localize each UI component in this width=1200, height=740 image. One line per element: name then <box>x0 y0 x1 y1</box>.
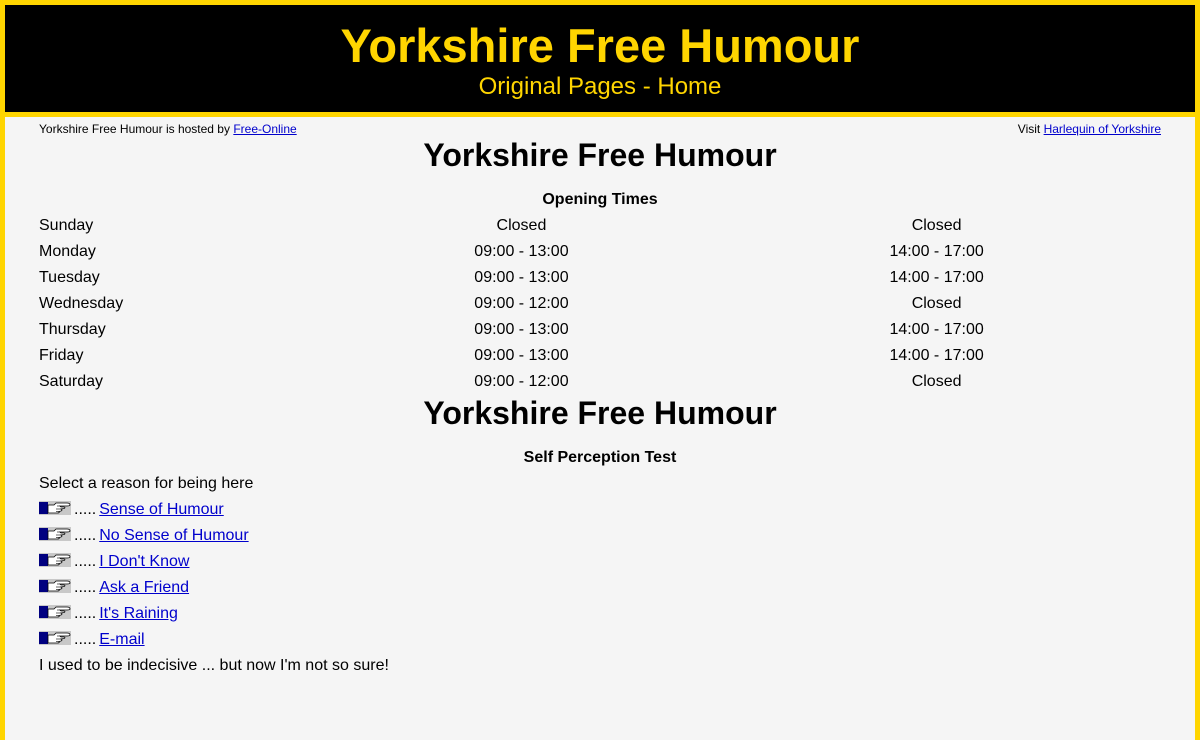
table-row: Saturday 09:00 - 12:00 Closed <box>39 369 1161 395</box>
times-cell-day: Tuesday <box>39 269 100 286</box>
reason-option-link[interactable]: Ask a Friend <box>99 579 189 596</box>
times-cell-am: Closed <box>496 217 547 234</box>
pointing-hand-icon <box>39 524 71 541</box>
times-cell-am: 09:00 - 12:00 <box>474 373 569 390</box>
table-row: Thursday 09:00 - 13:00 14:00 - 17:00 <box>39 317 1161 343</box>
host-bar: Yorkshire Free Humour is hosted by Free-… <box>39 117 1161 137</box>
table-row: Friday 09:00 - 13:00 14:00 - 17:00 <box>39 343 1161 369</box>
times-cell-pm: 14:00 - 17:00 <box>889 321 984 338</box>
footer-quip: I used to be indecisive ... but now I'm … <box>39 657 389 674</box>
host-text: Yorkshire Free Humour is hosted by <box>39 122 230 136</box>
self-perception-heading: Yorkshire Free Humour <box>423 395 777 431</box>
times-cell-pm: Closed <box>911 373 962 390</box>
times-cell-pm: 14:00 - 17:00 <box>889 243 984 260</box>
option-dots: ..... <box>74 553 97 570</box>
reason-option-link[interactable]: No Sense of Humour <box>99 527 248 544</box>
reason-options: ..... Sense of Humour..... No Sense of Hum… <box>39 497 1161 653</box>
times-cell-pm: Closed <box>911 295 962 312</box>
reason-prompt: Select a reason for being here <box>39 475 254 492</box>
option-dots: ..... <box>74 631 97 648</box>
reason-option-link[interactable]: It's Raining <box>99 605 178 622</box>
times-cell-day: Thursday <box>39 321 106 338</box>
times-cell-day: Sunday <box>39 217 94 234</box>
times-cell-day: Monday <box>39 243 96 260</box>
table-row: Tuesday 09:00 - 13:00 14:00 - 17:00 <box>39 265 1161 291</box>
table-row: Wednesday 09:00 - 12:00 Closed <box>39 291 1161 317</box>
times-cell-am: 09:00 - 12:00 <box>474 295 569 312</box>
table-row: Sunday Closed Closed <box>39 213 1161 239</box>
host-info: Yorkshire Free Humour is hosted by Free-… <box>39 121 297 137</box>
page-frame: Yorkshire Free Humour Original Pages - H… <box>0 0 1200 740</box>
pointing-hand-icon <box>39 628 71 645</box>
times-cell-day: Friday <box>39 347 84 364</box>
list-item: ..... It's Raining <box>39 601 1161 627</box>
list-item: ..... E-mail <box>39 627 1161 653</box>
list-item: ..... Sense of Humour <box>39 497 1161 523</box>
site-title: Yorkshire Free Humour <box>340 19 860 72</box>
main-content: Yorkshire Free Humour is hosted by Free-… <box>5 117 1195 679</box>
pointing-hand-icon <box>39 498 71 515</box>
visit-text: Visit <box>1017 122 1041 136</box>
opening-times-subtitle: Opening Times <box>542 191 658 208</box>
times-cell-pm: Closed <box>911 217 962 234</box>
harlequin-link[interactable]: Harlequin of Yorkshire <box>1044 122 1161 136</box>
opening-times-heading: Yorkshire Free Humour <box>423 137 777 173</box>
list-item: ..... I Don't Know <box>39 549 1161 575</box>
times-cell-am: 09:00 - 13:00 <box>474 347 569 364</box>
table-row: Monday 09:00 - 13:00 14:00 - 17:00 <box>39 239 1161 265</box>
option-dots: ..... <box>74 501 97 518</box>
self-perception-subtitle: Self Perception Test <box>523 449 677 466</box>
times-cell-pm: 14:00 - 17:00 <box>889 269 984 286</box>
site-banner: Yorkshire Free Humour Original Pages - H… <box>5 5 1195 117</box>
option-dots: ..... <box>74 605 97 622</box>
times-cell-pm: 14:00 - 17:00 <box>889 347 984 364</box>
pointing-hand-icon <box>39 550 71 567</box>
times-cell-am: 09:00 - 13:00 <box>474 269 569 286</box>
opening-times-table: Sunday Closed Closed Monday 09:00 - 13:00 14:… <box>39 213 1161 395</box>
list-item: ..... Ask a Friend <box>39 575 1161 601</box>
times-cell-day: Saturday <box>39 373 104 390</box>
option-dots: ..... <box>74 579 97 596</box>
reason-option-link[interactable]: I Don't Know <box>99 553 189 570</box>
reason-option-link[interactable]: Sense of Humour <box>99 501 224 518</box>
free-online-link[interactable]: Free-Online <box>233 122 296 136</box>
reason-option-link[interactable]: E-mail <box>99 631 144 648</box>
pointing-hand-icon <box>39 576 71 593</box>
pointing-hand-icon <box>39 602 71 619</box>
site-subtitle: Original Pages - Home <box>478 73 722 100</box>
times-cell-day: Wednesday <box>39 295 124 312</box>
list-item: ..... No Sense of Humour <box>39 523 1161 549</box>
times-cell-am: 09:00 - 13:00 <box>474 321 569 338</box>
visit-info: Visit Harlequin of Yorkshire <box>1018 121 1161 137</box>
option-dots: ..... <box>74 527 97 544</box>
times-cell-am: 09:00 - 13:00 <box>474 243 569 260</box>
